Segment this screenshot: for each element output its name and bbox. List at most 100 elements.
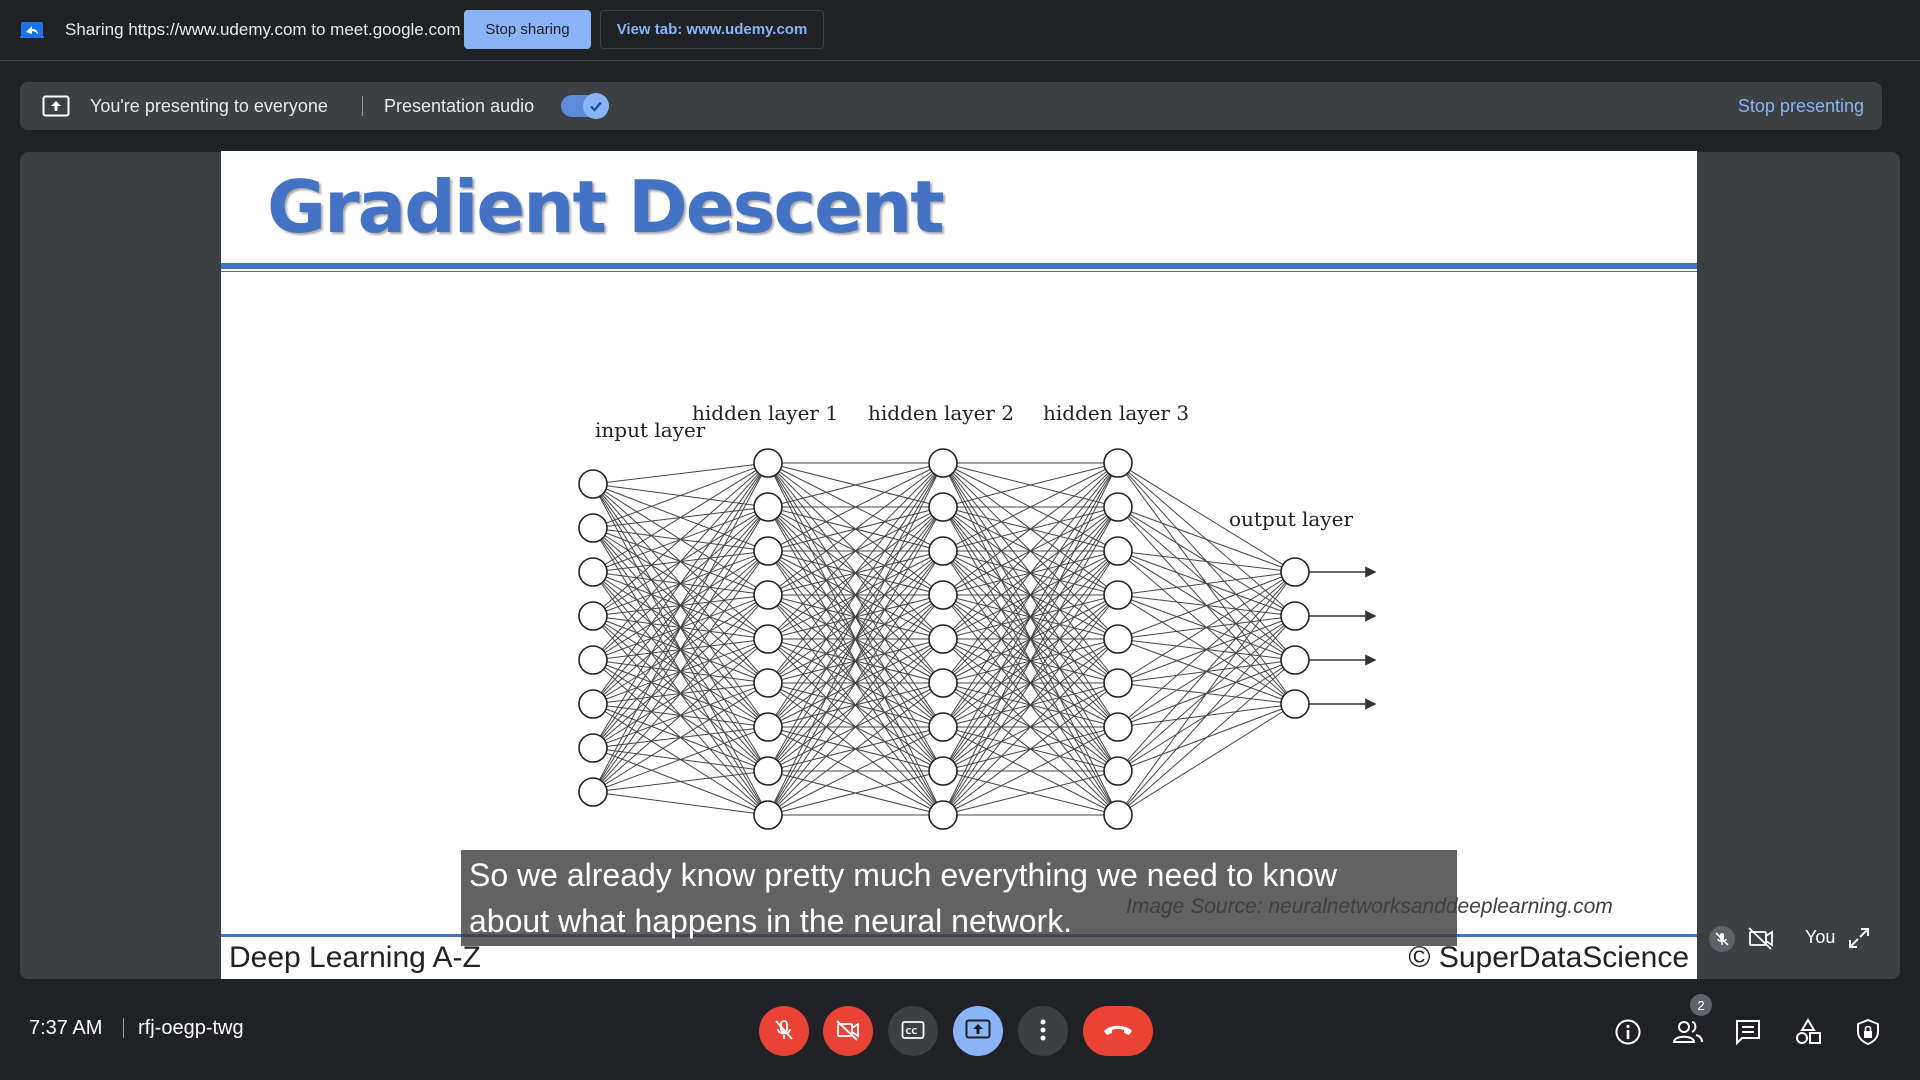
- hidden-neuron: [928, 800, 958, 830]
- connection-line: [592, 550, 769, 793]
- hidden-neuron: [928, 712, 958, 742]
- svg-text:CC: CC: [906, 1027, 918, 1036]
- output-neuron: [1280, 645, 1310, 675]
- stop-sharing-button[interactable]: Stop sharing: [464, 10, 591, 49]
- connection-line: [1117, 571, 1296, 728]
- connection-line: [592, 462, 769, 661]
- output-neuron: [1280, 601, 1310, 631]
- chat-icon[interactable]: [1730, 1014, 1766, 1050]
- screen-share-icon: [20, 20, 44, 40]
- hidden-neuron: [753, 800, 783, 830]
- closed-captions-icon: CC: [901, 1020, 925, 1043]
- connection-line: [1117, 571, 1296, 684]
- output-neuron: [1280, 557, 1310, 587]
- activities-icon[interactable]: [1790, 1014, 1826, 1050]
- people-icon[interactable]: [1670, 1014, 1706, 1050]
- screen-share-bar: Sharing https://www.udemy.com to meet.go…: [0, 0, 1920, 61]
- connection-line: [592, 462, 769, 793]
- camera-toggle-button[interactable]: [823, 1006, 873, 1056]
- sharing-status-text: Sharing https://www.udemy.com to meet.go…: [65, 20, 461, 39]
- connection-line: [592, 638, 769, 793]
- stop-presenting-link[interactable]: Stop presenting: [1738, 96, 1864, 117]
- course-name: Deep Learning A-Z: [229, 941, 481, 974]
- hidden-neuron: [1103, 712, 1133, 742]
- more-vert-icon: [1040, 1019, 1046, 1044]
- connection-line: [1117, 571, 1296, 640]
- check-icon: [583, 93, 609, 119]
- output-neuron: [1280, 689, 1310, 719]
- call-end-icon: [1102, 1022, 1134, 1041]
- connection-line: [592, 506, 769, 793]
- connection-line: [592, 770, 769, 793]
- meeting-controls-bar: 7:37 AM rfj-oegp-twg CC 2: [0, 990, 1920, 1080]
- captions-button[interactable]: CC: [888, 1006, 938, 1056]
- connection-line: [1117, 659, 1296, 816]
- hidden-neuron: [753, 492, 783, 522]
- hidden-neuron: [1103, 756, 1133, 786]
- connection-line: [592, 726, 769, 793]
- presenting-banner: You're presenting to everyone Presentati…: [20, 82, 1882, 130]
- input-neuron: [578, 689, 608, 719]
- caption-line-1: So we already know pretty much everythin…: [469, 857, 1338, 893]
- camera-off-icon: [835, 1018, 861, 1045]
- hidden-neuron: [753, 668, 783, 698]
- connection-line: [1117, 571, 1296, 772]
- microphone-toggle-button[interactable]: [759, 1006, 809, 1056]
- hidden-layer-2-label: hidden layer 2: [868, 401, 1014, 425]
- participant-count-badge: 2: [1690, 994, 1712, 1016]
- hidden-neuron: [928, 580, 958, 610]
- connection-line: [592, 791, 769, 816]
- input-neuron: [578, 601, 608, 631]
- hidden-neuron: [1103, 492, 1133, 522]
- present-screen-icon: [42, 95, 70, 117]
- connection-line: [1117, 571, 1296, 816]
- connection-line: [592, 462, 769, 529]
- connection-line: [1117, 703, 1296, 816]
- view-tab-button[interactable]: View tab: www.udemy.com: [600, 10, 824, 49]
- host-controls-icon[interactable]: [1850, 1014, 1886, 1050]
- meeting-code: rfj-oegp-twg: [138, 1017, 244, 1039]
- hidden-neuron: [1103, 800, 1133, 830]
- hidden-neuron: [928, 624, 958, 654]
- input-neuron: [578, 777, 608, 807]
- hidden-layer-3-label: hidden layer 3: [1043, 401, 1189, 425]
- hidden-neuron: [928, 448, 958, 478]
- hidden-neuron: [753, 536, 783, 566]
- input-layer-label: input layer: [595, 418, 706, 442]
- hidden-neuron: [753, 624, 783, 654]
- hidden-neuron: [1103, 668, 1133, 698]
- hidden-neuron: [928, 756, 958, 786]
- connection-line: [592, 462, 769, 617]
- hidden-layer-1-label: hidden layer 1: [692, 401, 838, 425]
- present-now-button[interactable]: [953, 1006, 1003, 1056]
- meeting-info-icon[interactable]: [1610, 1014, 1646, 1050]
- hidden-neuron: [928, 536, 958, 566]
- connection-line: [592, 682, 769, 793]
- mic-off-icon: [772, 1018, 796, 1045]
- hidden-neuron: [753, 756, 783, 786]
- leave-call-button[interactable]: [1083, 1006, 1153, 1056]
- expand-icon[interactable]: [1847, 926, 1871, 950]
- input-neuron: [578, 513, 608, 543]
- divider: [123, 1018, 124, 1038]
- hidden-neuron: [753, 448, 783, 478]
- self-video-tile[interactable]: You: [1697, 916, 1880, 960]
- output-layer-label: output layer: [1229, 507, 1353, 531]
- divider: [362, 96, 363, 116]
- present-screen-icon: [965, 1019, 991, 1044]
- presentation-audio-toggle[interactable]: [561, 93, 609, 119]
- presentation-audio-label: Presentation audio: [384, 96, 535, 116]
- hidden-neuron: [1103, 536, 1133, 566]
- copyright-notice: © SuperDataScience: [1408, 941, 1689, 974]
- connection-line: [592, 462, 769, 705]
- clock: 7:37 AM: [29, 1017, 103, 1039]
- connection-line: [592, 462, 769, 749]
- hidden-neuron: [753, 712, 783, 742]
- self-name-label: You: [1805, 927, 1836, 947]
- output-arrows: [1309, 566, 1377, 710]
- more-options-button[interactable]: [1018, 1006, 1068, 1056]
- input-neuron: [578, 733, 608, 763]
- hidden-neuron: [1103, 580, 1133, 610]
- connection-line: [592, 462, 769, 573]
- hidden-neuron: [1103, 624, 1133, 654]
